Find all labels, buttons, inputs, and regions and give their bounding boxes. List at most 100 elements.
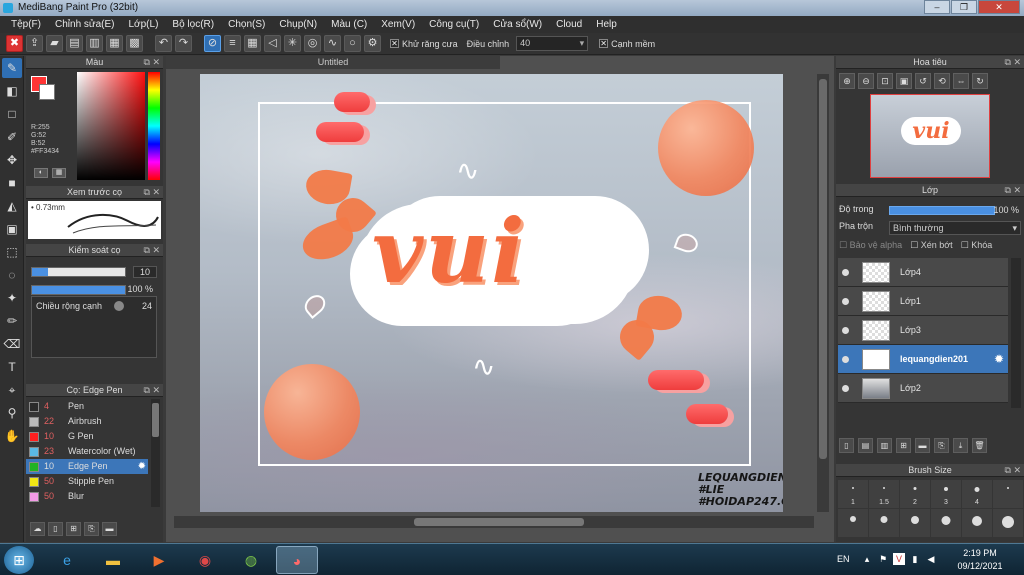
panel-controls-icon[interactable]: ⧉ ✕ (144, 56, 160, 69)
panel-controls-icon[interactable]: ⧉ ✕ (144, 186, 160, 199)
menu-help[interactable]: Help (589, 19, 624, 30)
brush-size-cell[interactable] (993, 509, 1023, 537)
brush-item[interactable]: 23 Watercolor (Wet) (26, 444, 148, 459)
brush-item[interactable]: 10 Edge Pen ✹ (26, 459, 148, 474)
canvas-vertical-scrollbar[interactable] (817, 74, 829, 512)
language-indicator[interactable]: EN (837, 554, 850, 564)
menu-layer[interactable]: Lớp(L) (122, 19, 166, 30)
brush-item[interactable]: 50 Blur (26, 489, 148, 504)
blend-mode-select[interactable]: Bình thường (889, 221, 1021, 235)
layer-row[interactable]: Lớp4 (838, 258, 1008, 287)
layer-row[interactable]: Lớp2 (838, 374, 1008, 403)
vietkey-icon[interactable]: V (893, 553, 905, 565)
panel-controls-icon[interactable]: ⧉ ✕ (1005, 56, 1021, 69)
layer-list-scrollbar[interactable] (1011, 258, 1021, 408)
brush-size-cell[interactable]: 1.5 (869, 480, 899, 508)
brush-add-icon[interactable]: ⊞ (66, 522, 81, 536)
explorer-icon[interactable]: ▬ (92, 546, 134, 574)
media-player-icon[interactable]: ▶ (138, 546, 180, 574)
network-icon[interactable]: ▮ (909, 553, 921, 565)
fill-rect-tool-icon[interactable]: ■ (2, 173, 22, 193)
menu-file[interactable]: Tệp(F) (4, 19, 48, 30)
pen-tool-icon[interactable]: ✐ (2, 127, 22, 147)
flip-icon[interactable]: ⇔ (953, 73, 969, 89)
brush-opacity-slider[interactable]: 100 % (31, 284, 157, 296)
maximize-button[interactable]: ❐ (951, 0, 977, 14)
reset-rotation-icon[interactable]: ⟲ (934, 73, 950, 89)
brush-size-cell[interactable]: 4 (962, 480, 992, 508)
select-pen-icon[interactable]: ✏ (2, 311, 22, 331)
duplicate-layer-icon[interactable]: ⎘ (934, 438, 949, 453)
panel-controls-icon[interactable]: ⧉ ✕ (144, 384, 160, 397)
page-icon[interactable]: ▥ (86, 35, 103, 52)
snap-settings-icon[interactable]: ⚙ (364, 35, 381, 52)
delete-layer-icon[interactable]: 🗑 (972, 438, 987, 453)
brush-settings-icon[interactable]: ✹ (138, 459, 146, 474)
brush-new-icon[interactable]: ▯ (48, 522, 63, 536)
new-layer-icon[interactable]: ▯ (839, 438, 854, 453)
menu-tools[interactable]: Công cụ(T) (422, 19, 486, 30)
fg-bg-swatch[interactable] (31, 76, 61, 106)
brush-item[interactable]: 50 Stipple Pen (26, 474, 148, 489)
layer-row[interactable]: lequangdien201 ✹ (838, 345, 1008, 374)
brush-size-cell[interactable] (962, 509, 992, 537)
layer-settings-icon[interactable]: ✹ (994, 345, 1004, 374)
edge-width-value[interactable]: 24 (142, 301, 152, 311)
rotate-left-icon[interactable]: ↺ (915, 73, 931, 89)
app-icon[interactable]: ◍ (230, 546, 272, 574)
snap-circle-icon[interactable]: ◎ (304, 35, 321, 52)
operation-tool-icon[interactable]: ⌖ (2, 380, 22, 400)
chrome-icon[interactable]: ◉ (184, 546, 226, 574)
snap-parallel-icon[interactable]: ≡ (224, 35, 241, 52)
layer-row[interactable]: Lớp3 (838, 316, 1008, 345)
canvas-area[interactable]: Untitled ∿ ∿ vui LEQUANGDIEN201 #LIE #HO… (166, 56, 834, 542)
merge-layer-icon[interactable]: ⤓ (953, 438, 968, 453)
rect-tool-icon[interactable]: □ (2, 104, 22, 124)
new-halftone-layer-icon[interactable]: ▤ (858, 438, 873, 453)
minimize-button[interactable]: – (924, 0, 950, 14)
artwork-canvas[interactable]: ∿ ∿ vui LEQUANGDIEN201 #LIE #HOIDAP247.C… (200, 74, 783, 512)
select-tool-icon[interactable]: ⬚ (2, 242, 22, 262)
medibang-taskbar-icon[interactable]: ◕ (276, 546, 318, 574)
zoom-in-icon[interactable]: ⊕ (839, 73, 855, 89)
snap-grid-icon[interactable]: ▦ (244, 35, 261, 52)
menu-view[interactable]: Xem(V) (374, 19, 422, 30)
lasso-tool-icon[interactable]: ◌ (2, 265, 22, 285)
rotate-right-icon[interactable]: ↻ (972, 73, 988, 89)
menu-select[interactable]: Chọn(S) (221, 19, 272, 30)
brush-copy-icon[interactable]: ⎘ (84, 522, 99, 536)
visibility-icon[interactable] (842, 356, 849, 363)
background-color[interactable] (39, 84, 55, 100)
volume-icon[interactable]: ◀ (925, 553, 937, 565)
actual-size-icon[interactable]: ▣ (896, 73, 912, 89)
soft-edge-checkbox[interactable]: ✕ Cạnh mềm (599, 39, 655, 49)
saturation-value-picker[interactable] (77, 72, 145, 180)
close-window-button[interactable]: ✕ (978, 0, 1020, 14)
brush-size-value[interactable]: 10 (133, 266, 157, 278)
lock-checkbox[interactable]: ☐ Khóa (961, 240, 993, 251)
clip-checkbox[interactable]: ☐ Xén bớt (910, 240, 953, 251)
hue-slider[interactable] (148, 72, 160, 180)
brush-size-cell[interactable] (869, 509, 899, 537)
panel-controls-icon[interactable]: ⧉ ✕ (1005, 184, 1021, 197)
select-eraser-icon[interactable]: ⌫ (2, 334, 22, 354)
brush-size-cell[interactable]: 3 (931, 480, 961, 508)
panel-controls-icon[interactable]: ⧉ ✕ (144, 244, 160, 257)
clock[interactable]: 2:19 PM 09/12/2021 (953, 547, 1007, 573)
adjust-select[interactable]: 40 (516, 36, 589, 51)
magic-wand-icon[interactable]: ✦ (2, 288, 22, 308)
snap-radial-icon[interactable]: ✳ (284, 35, 301, 52)
brush-tool-icon[interactable]: ✎ (2, 58, 22, 78)
brush-item[interactable]: 22 Airbrush (26, 414, 148, 429)
brush-size-cell[interactable] (993, 480, 1023, 508)
dropper-tool-icon[interactable]: ⚲ (2, 403, 22, 423)
menu-color[interactable]: Màu (C) (324, 19, 374, 30)
palette-icon[interactable]: ▦ (52, 168, 66, 178)
gradient-tool-icon[interactable]: ▣ (2, 219, 22, 239)
visibility-icon[interactable] (842, 327, 849, 334)
tray-arrow-icon[interactable]: ▴ (861, 553, 873, 565)
antialias-checkbox[interactable]: ✕ Khử răng cưa (390, 39, 458, 49)
snap-off-icon[interactable]: ⊘ (204, 35, 221, 52)
brush-size-cell[interactable] (900, 509, 930, 537)
layout-icon[interactable]: ▦ (106, 35, 123, 52)
